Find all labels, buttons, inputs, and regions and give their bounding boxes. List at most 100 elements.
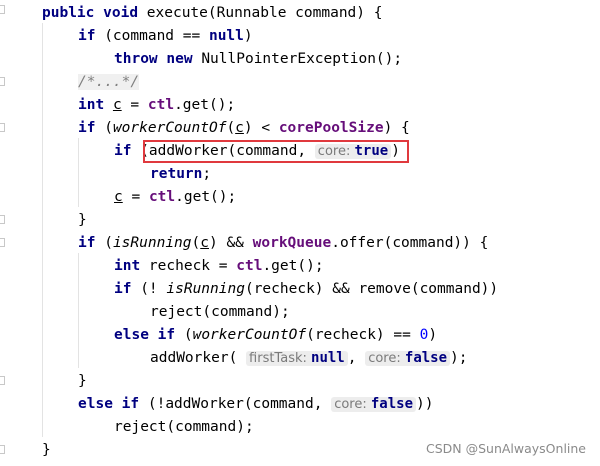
indent-guide [42,23,43,437]
code-token: null [208,28,244,44]
code-token: public [42,5,95,21]
code-token: workerCountOf [192,327,307,343]
parameter-hint: core: false [365,350,451,366]
code-token: (recheck) && remove(command)) [244,281,499,297]
code-token: if [78,235,96,251]
code-token: (recheck) == [306,327,420,343]
code-token: (! [131,281,167,297]
highlight-box [143,140,409,163]
code-token: workerCountOf [112,120,227,136]
code-token: c [114,189,123,205]
code-token: execute(Runnable command) { [138,5,383,21]
code-token: ( [226,120,236,136]
code-token: .offer(command)) { [331,235,489,251]
code-line[interactable]: c = ctl.get(); [114,186,236,209]
code-token: throw [114,51,158,67]
code-line[interactable]: } [78,209,87,232]
editor-gutter [0,0,10,466]
fold-marker[interactable] [0,238,5,247]
code-token: ctl [148,189,176,205]
indent-guide [78,253,79,368]
code-token: ctl [236,258,263,274]
code-line[interactable]: addWorker( firstTask: null, core: false)… [150,347,468,370]
code-token: = [122,189,149,205]
code-line[interactable]: if (workerCountOf(c) < corePoolSize) { [78,117,410,140]
code-token: ( [95,235,113,251]
code-line[interactable]: if (command == null) [78,25,253,48]
code-token: int [114,258,141,274]
code-token: ) [243,28,253,44]
code-token: reject(command); [114,419,254,435]
code-token: } [42,442,51,458]
code-line[interactable]: else if (!addWorker(command, core: false… [78,393,434,416]
code-line[interactable]: if (! isRunning(recheck) && remove(comma… [114,278,498,301]
code-token: if [157,327,176,343]
fold-marker[interactable] [0,215,5,224]
fold-marker[interactable] [0,5,5,14]
code-token: c [200,235,209,251]
code-token: ) && [208,235,253,251]
code-token: .get(); [174,97,236,113]
parameter-value: false [404,350,448,366]
code-line[interactable]: public void execute(Runnable command) { [42,2,382,25]
indent-guide [78,138,79,207]
code-line[interactable]: else if (workerCountOf(recheck) == 0) [114,324,437,347]
code-token: isRunning [112,235,192,251]
code-token: reject(command); [150,304,290,320]
code-token: ); [450,350,468,366]
code-token: NullPointerException(); [192,51,403,67]
code-token: corePoolSize [278,120,384,136]
code-token: .get(); [262,258,324,274]
code-token: return [150,166,203,182]
parameter-hint-label: core: [334,397,367,412]
parameter-hint: core: false [331,396,417,412]
code-line[interactable]: } [78,370,87,393]
watermark: CSDN @SunAlwaysOnline [425,441,586,456]
code-token: void [103,5,139,21]
code-line[interactable]: throw new NullPointerException(); [114,48,402,71]
code-token: int [78,97,105,113]
code-token: ) < [243,120,279,136]
code-line[interactable]: reject(command); [114,416,254,439]
code-token: ( [175,327,193,343]
code-token: if [121,396,140,412]
parameter-value: null [311,350,345,366]
parameter-hint-label: firstTask: [249,351,307,366]
code-token: if [78,120,96,136]
fold-marker[interactable] [0,445,5,454]
code-line[interactable]: /*...*/ [78,71,140,94]
code-token: if [114,143,132,159]
parameter-value: false [370,396,414,412]
code-token: ( [95,120,113,136]
code-token: } [78,373,87,389]
code-token: = [121,97,148,113]
code-line[interactable]: return; [150,163,211,186]
fold-marker[interactable] [0,77,5,86]
code-token: if [114,281,132,297]
code-token: if [78,28,96,44]
code-token: ctl [147,97,175,113]
code-line[interactable]: if (isRunning(c) && workQueue.offer(comm… [78,232,488,255]
code-line[interactable]: int recheck = ctl.get(); [114,255,324,278]
code-line[interactable]: int c = ctl.get(); [78,94,235,117]
code-token: )) [416,396,434,412]
code-token: ( [191,235,201,251]
code-token: addWorker( [150,350,247,366]
code-token: ; [202,166,212,182]
code-token: ) { [383,120,410,136]
code-token: /*...*/ [78,74,140,90]
code-token: c [235,120,244,136]
code-token: recheck = [140,258,237,274]
fold-marker[interactable] [0,123,5,132]
parameter-hint: firstTask: null [246,350,348,366]
code-line[interactable]: } [42,439,51,462]
code-line[interactable]: reject(command); [150,301,290,324]
fold-marker[interactable] [0,376,5,385]
code-token: else [114,327,149,343]
code-token: c [112,97,122,113]
code-token: .get(); [175,189,237,205]
code-token: else [78,396,113,412]
